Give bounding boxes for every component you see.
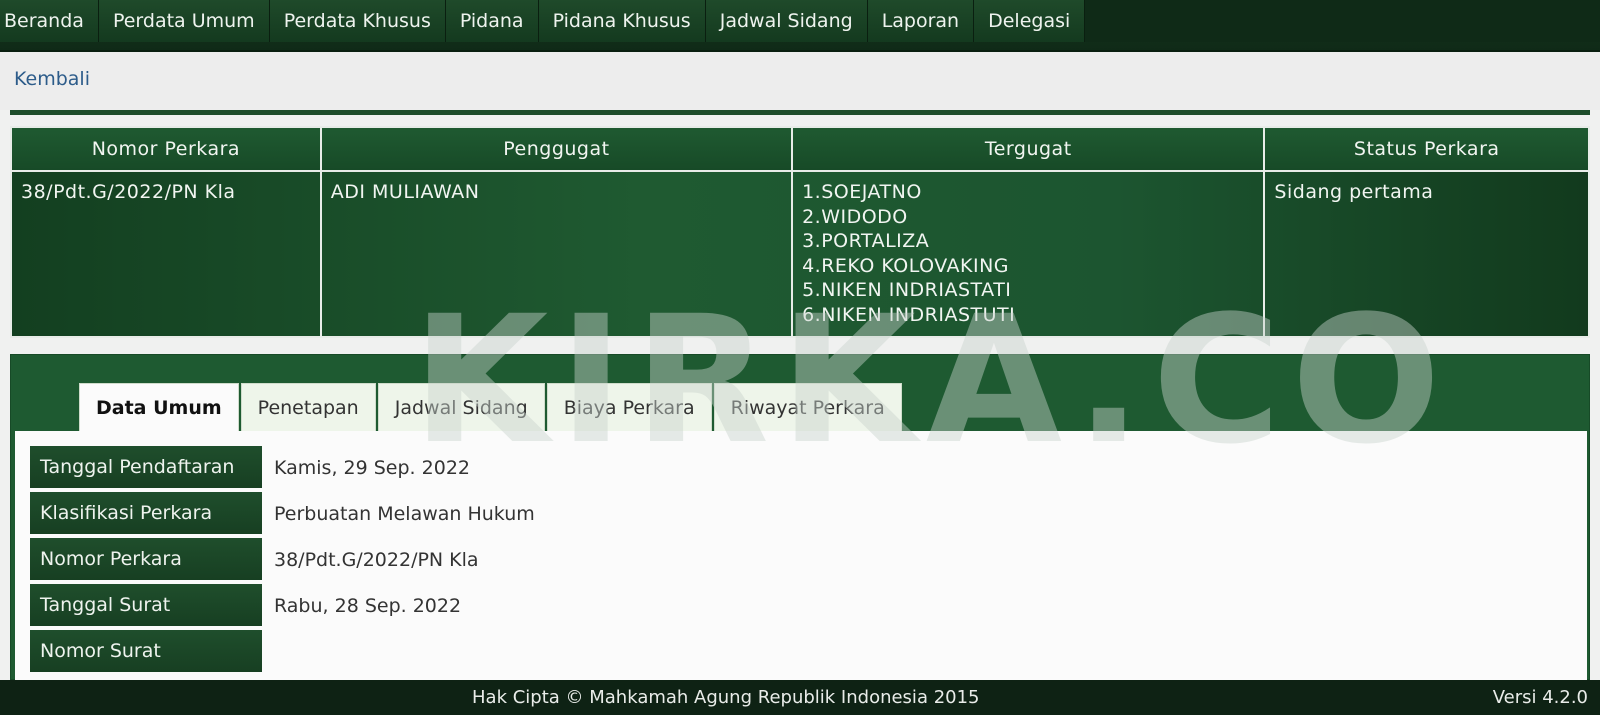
footer-version: Versi 4.2.0: [1492, 687, 1588, 708]
defendant-2: 2.WIDODO: [802, 205, 908, 228]
back-link[interactable]: Kembali: [14, 68, 90, 90]
nav-item-pidana[interactable]: Pidana: [445, 0, 539, 42]
tab-biaya-perkara[interactable]: Biaya Perkara: [546, 383, 712, 431]
back-bar: [0, 52, 1600, 110]
table-header-row: Nomor Perkara Penggugat Tergugat Status …: [10, 126, 1590, 172]
header-tergugat: Tergugat: [791, 126, 1266, 172]
tab-penetapan[interactable]: Penetapan: [240, 383, 376, 431]
info-label: Tanggal Pendaftaran: [30, 446, 262, 490]
info-value: 38/Pdt.G/2022/PN Kla: [274, 549, 479, 571]
info-label: Nomor Perkara: [30, 538, 262, 582]
header-penggugat: Penggugat: [319, 126, 794, 172]
header-status-perkara: Status Perkara: [1263, 126, 1590, 172]
info-value: Rabu, 28 Sep. 2022: [274, 595, 462, 617]
table-row: 38/Pdt.G/2022/PN Kla ADI MULIAWAN 1.SOEJ…: [10, 170, 1590, 338]
tab-data-umum[interactable]: Data Umum: [79, 383, 239, 431]
nav-item-pidana-khusus[interactable]: Pidana Khusus: [538, 0, 706, 42]
header-nomor-perkara: Nomor Perkara: [10, 126, 322, 172]
defendant-4: 4.REKO KOLOVAKING: [802, 254, 1010, 277]
info-label: Klasifikasi Perkara: [30, 492, 262, 536]
top-navigation: Beranda Perdata Umum Perdata Khusus Pida…: [0, 0, 1600, 52]
defendant-1: 1.SOEJATNO: [802, 181, 922, 203]
section-divider: [10, 110, 1590, 115]
info-value: Kamis, 29 Sep. 2022: [274, 457, 470, 479]
info-label: Nomor Surat: [30, 630, 262, 674]
info-row-tanggal-pendaftaran: Tanggal Pendaftaran Kamis, 29 Sep. 2022: [30, 446, 470, 490]
footer: Hak Cipta © Mahkamah Agung Republik Indo…: [0, 680, 1600, 715]
tab-bar: Data Umum Penetapan Jadwal Sidang Biaya …: [79, 383, 904, 431]
info-value: Perbuatan Melawan Hukum: [274, 503, 535, 525]
case-summary-table: Nomor Perkara Penggugat Tergugat Status …: [10, 126, 1590, 338]
info-label: Tanggal Surat: [30, 584, 262, 628]
defendant-6: 6.NIKEN INDRIASTUTI: [802, 303, 1016, 326]
defendant-3: 3.PORTALIZA: [802, 230, 930, 252]
cell-penggugat: ADI MULIAWAN: [319, 170, 794, 338]
info-row-nomor-perkara: Nomor Perkara 38/Pdt.G/2022/PN Kla: [30, 538, 479, 582]
cell-nomor-perkara: 38/Pdt.G/2022/PN Kla: [10, 170, 322, 338]
info-row-tanggal-surat: Tanggal Surat Rabu, 28 Sep. 2022: [30, 584, 461, 628]
defendant-5: 5.NIKEN INDRIASTATI: [802, 279, 1012, 301]
nav-filler: [1085, 0, 1600, 42]
nav-item-perdata-khusus[interactable]: Perdata Khusus: [269, 0, 446, 42]
tab-riwayat-perkara[interactable]: Riwayat Perkara: [713, 383, 902, 431]
nav-item-laporan[interactable]: Laporan: [867, 0, 975, 42]
info-row-nomor-surat: Nomor Surat: [30, 630, 274, 674]
footer-copyright: Hak Cipta © Mahkamah Agung Republik Indo…: [472, 687, 980, 708]
nav-item-jadwal-sidang[interactable]: Jadwal Sidang: [705, 0, 868, 42]
nav-item-delegasi[interactable]: Delegasi: [974, 0, 1086, 42]
cell-tergugat: 1.SOEJATNO 2.WIDODO 3.PORTALIZA 4.REKO K…: [791, 170, 1266, 338]
nav-item-beranda[interactable]: Beranda: [0, 0, 99, 42]
cell-status-perkara: Sidang pertama: [1263, 170, 1590, 338]
tab-jadwal-sidang[interactable]: Jadwal Sidang: [377, 383, 545, 431]
nav-item-perdata-umum[interactable]: Perdata Umum: [98, 0, 270, 42]
info-row-klasifikasi-perkara: Klasifikasi Perkara Perbuatan Melawan Hu…: [30, 492, 535, 536]
